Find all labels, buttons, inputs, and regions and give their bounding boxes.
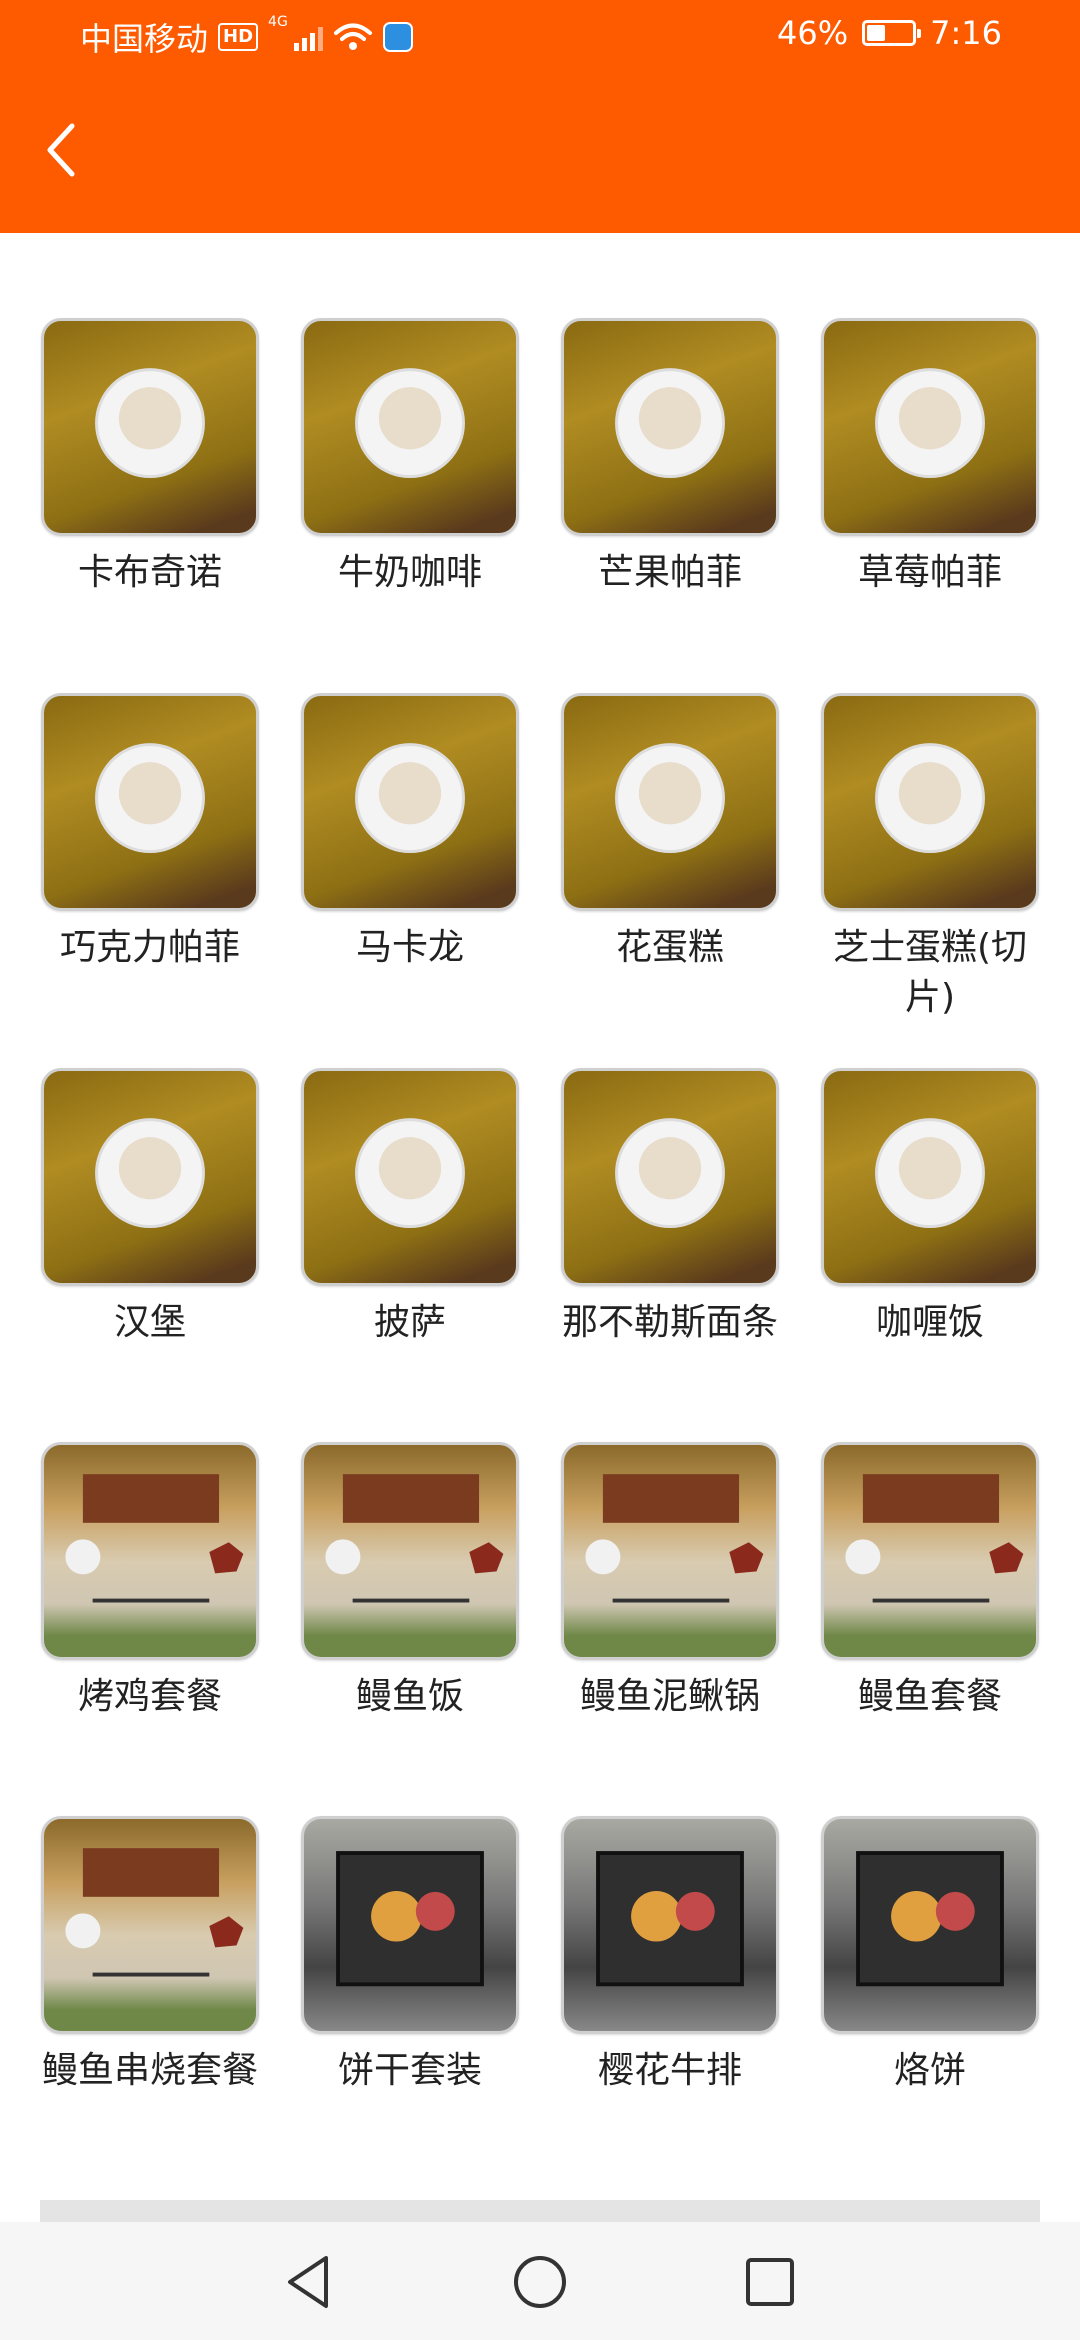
dish-item[interactable]: 鳗鱼泥鳅锅 bbox=[540, 1442, 800, 1722]
dish-label: 烤鸡套餐 bbox=[77, 1676, 222, 1717]
dish-illustration bbox=[355, 743, 465, 854]
dish-item[interactable]: 鳗鱼套餐 bbox=[800, 1442, 1060, 1722]
dish-thumbnail[interactable] bbox=[41, 318, 259, 536]
dish-illustration bbox=[875, 368, 985, 479]
dish-item[interactable]: 鳗鱼饭 bbox=[280, 1442, 540, 1722]
dish-label: 芝士蛋糕(切片) bbox=[832, 927, 1028, 1018]
dish-thumbnail[interactable] bbox=[561, 1442, 779, 1660]
dish-label: 那不勒斯面条 bbox=[561, 1302, 778, 1343]
dish-label: 马卡龙 bbox=[355, 927, 464, 968]
dish-label: 牛奶咖啡 bbox=[337, 552, 482, 593]
dish-thumbnail[interactable] bbox=[821, 1816, 1039, 2034]
dish-thumbnail[interactable] bbox=[301, 693, 519, 911]
dish-illustration bbox=[615, 743, 725, 854]
dish-thumbnail[interactable] bbox=[41, 1068, 259, 1286]
nav-back-icon[interactable] bbox=[278, 2250, 342, 2314]
dish-item[interactable]: 烙饼 bbox=[800, 1816, 1060, 2096]
dish-label: 披萨 bbox=[373, 1302, 446, 1343]
dish-label: 鳗鱼串烧套餐 bbox=[41, 2050, 258, 2091]
dish-thumbnail[interactable] bbox=[561, 693, 779, 911]
app-notification-icon bbox=[382, 22, 413, 52]
dish-item[interactable]: 饼干套装 bbox=[280, 1816, 540, 2096]
dish-item[interactable]: 芝士蛋糕(切片) bbox=[800, 693, 1060, 1023]
dish-illustration bbox=[856, 1851, 1004, 1987]
dish-label: 鳗鱼饭 bbox=[355, 1676, 464, 1717]
dish-label: 巧克力帕菲 bbox=[59, 927, 240, 968]
dish-item[interactable]: 樱花牛排 bbox=[540, 1816, 800, 2096]
dish-illustration bbox=[615, 368, 725, 479]
dish-thumbnail[interactable] bbox=[301, 1816, 519, 2034]
dish-item[interactable]: 花蛋糕 bbox=[540, 693, 800, 973]
battery-percent: 46% bbox=[777, 14, 849, 52]
network-type: 4G bbox=[268, 14, 288, 30]
nav-recents-icon[interactable] bbox=[738, 2250, 802, 2314]
dish-item[interactable]: 马卡龙 bbox=[280, 693, 540, 973]
app-header: 中国移动 HD 4G 46% 7:16 bbox=[0, 0, 1080, 233]
dish-thumbnail[interactable] bbox=[821, 1442, 1039, 1660]
dish-item[interactable]: 芒果帕菲 bbox=[540, 318, 800, 598]
dish-thumbnail[interactable] bbox=[41, 1816, 259, 2034]
dish-illustration bbox=[875, 743, 985, 854]
dish-thumbnail[interactable] bbox=[821, 1068, 1039, 1286]
dish-item[interactable]: 那不勒斯面条 bbox=[540, 1068, 800, 1348]
dish-illustration bbox=[615, 1118, 725, 1229]
dish-illustration bbox=[336, 1851, 484, 1987]
dish-item[interactable]: 卡布奇诺 bbox=[20, 318, 280, 598]
dish-thumbnail[interactable] bbox=[561, 1816, 779, 2034]
dish-illustration bbox=[845, 1474, 1024, 1603]
dish-thumbnail[interactable] bbox=[301, 1068, 519, 1286]
dish-thumbnail[interactable] bbox=[301, 318, 519, 536]
back-button[interactable] bbox=[30, 115, 90, 185]
status-bar: 中国移动 HD 4G 46% 7:16 bbox=[0, 0, 1080, 80]
dish-label: 烙饼 bbox=[893, 2050, 966, 2091]
dish-thumbnail[interactable] bbox=[301, 1442, 519, 1660]
system-nav-bar bbox=[0, 2222, 1080, 2340]
dish-illustration bbox=[65, 1848, 244, 1977]
dish-item[interactable]: 烤鸡套餐 bbox=[20, 1442, 280, 1722]
dish-illustration bbox=[596, 1851, 744, 1987]
dish-label: 鳗鱼泥鳅锅 bbox=[579, 1676, 760, 1717]
dish-label: 鳗鱼套餐 bbox=[857, 1676, 1002, 1717]
dish-item[interactable]: 鳗鱼串烧套餐 bbox=[20, 1816, 280, 2096]
dish-illustration bbox=[585, 1474, 764, 1603]
clock: 7:16 bbox=[930, 14, 1002, 52]
nav-home-icon[interactable] bbox=[508, 2250, 572, 2314]
dish-thumbnail[interactable] bbox=[821, 693, 1039, 911]
chevron-left-icon bbox=[47, 123, 75, 177]
wifi-icon bbox=[333, 23, 372, 50]
dish-illustration bbox=[95, 368, 205, 479]
carrier-name: 中国移动 bbox=[80, 20, 209, 58]
dish-illustration bbox=[355, 368, 465, 479]
dish-label: 草莓帕菲 bbox=[857, 552, 1002, 593]
dish-label: 饼干套装 bbox=[337, 2050, 482, 2091]
dish-label: 咖喱饭 bbox=[875, 1302, 984, 1343]
dish-item[interactable]: 披萨 bbox=[280, 1068, 540, 1348]
dish-thumbnail[interactable] bbox=[821, 318, 1039, 536]
dish-illustration bbox=[95, 743, 205, 854]
dish-illustration bbox=[325, 1474, 504, 1603]
dish-label: 芒果帕菲 bbox=[597, 552, 742, 593]
dish-item[interactable]: 牛奶咖啡 bbox=[280, 318, 540, 598]
dish-label: 汉堡 bbox=[113, 1302, 186, 1343]
dish-thumbnail[interactable] bbox=[41, 1442, 259, 1660]
signal-icon bbox=[293, 23, 323, 51]
dish-thumbnail[interactable] bbox=[561, 318, 779, 536]
dish-thumbnail[interactable] bbox=[41, 693, 259, 911]
dish-label: 卡布奇诺 bbox=[77, 552, 222, 593]
dish-illustration bbox=[65, 1474, 244, 1603]
battery-icon bbox=[862, 20, 922, 46]
dish-item[interactable]: 汉堡 bbox=[20, 1068, 280, 1348]
dish-item[interactable]: 咖喱饭 bbox=[800, 1068, 1060, 1348]
dish-illustration bbox=[95, 1118, 205, 1229]
dish-item[interactable]: 巧克力帕菲 bbox=[20, 693, 280, 973]
dish-item[interactable]: 草莓帕菲 bbox=[800, 318, 1060, 598]
dish-illustration bbox=[875, 1118, 985, 1229]
hd-icon: HD bbox=[218, 23, 259, 51]
dish-label: 花蛋糕 bbox=[615, 927, 724, 968]
dish-label: 樱花牛排 bbox=[597, 2050, 742, 2091]
dish-thumbnail[interactable] bbox=[561, 1068, 779, 1286]
dish-illustration bbox=[355, 1118, 465, 1229]
